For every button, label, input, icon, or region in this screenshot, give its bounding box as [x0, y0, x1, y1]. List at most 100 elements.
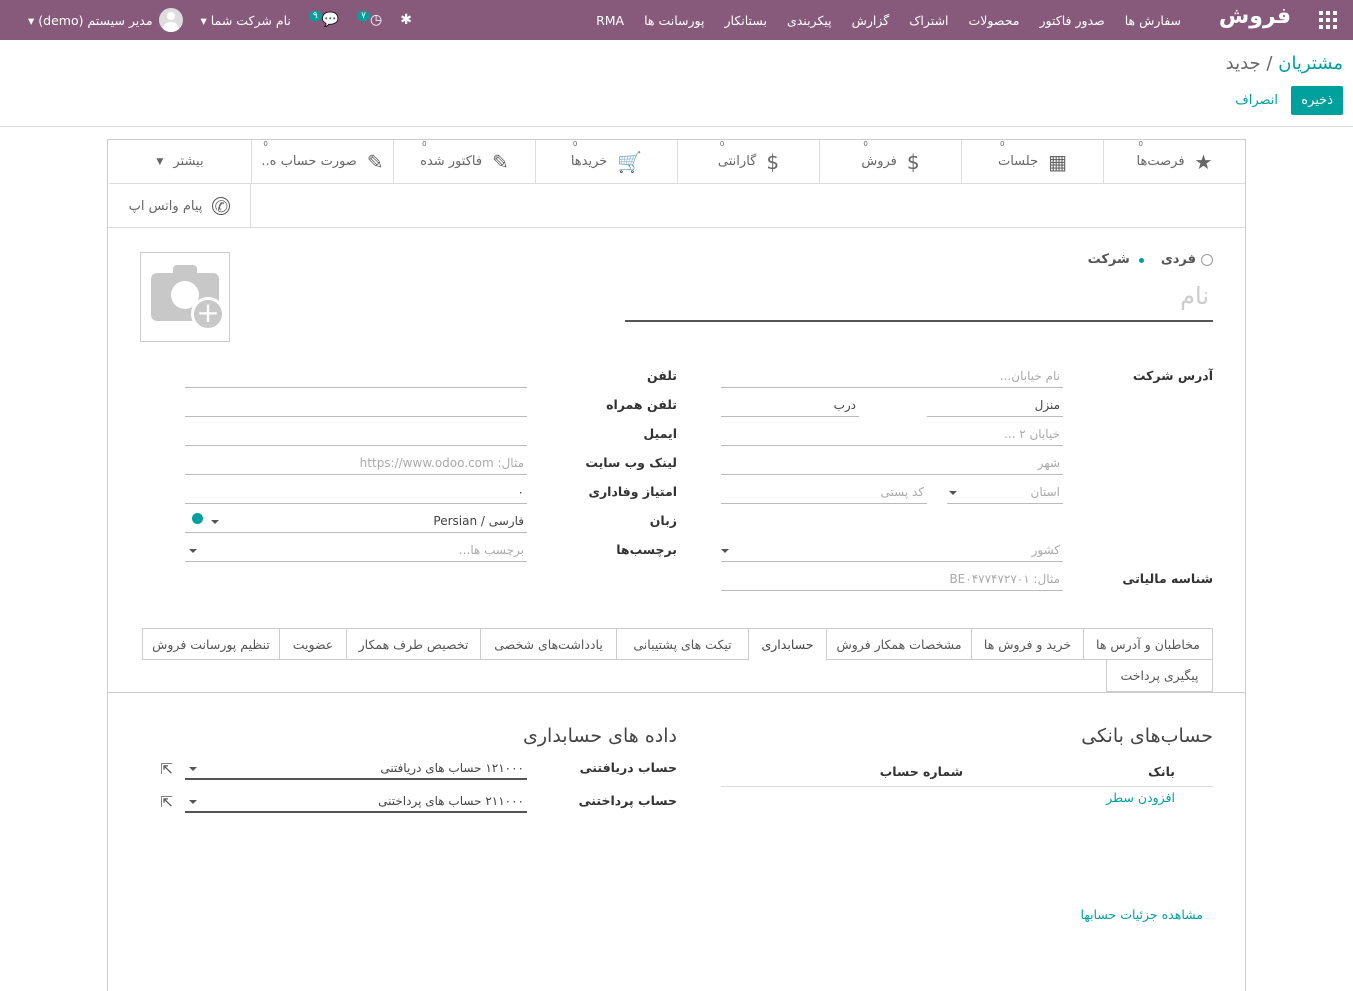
- breadcrumb-current: جدید: [1225, 53, 1261, 74]
- payable-select[interactable]: ۲۱۱۰۰۰ حساب های پرداختنی: [185, 791, 527, 813]
- globe-icon[interactable]: [192, 513, 203, 524]
- tags-caret-icon[interactable]: [189, 549, 197, 553]
- phone-input[interactable]: [185, 366, 527, 388]
- radio-company[interactable]: [1134, 253, 1147, 266]
- lang-select[interactable]: Persian / فارسی: [185, 511, 527, 533]
- tab-divider: [108, 692, 1245, 693]
- radio-individual[interactable]: [1201, 253, 1213, 266]
- menu-report[interactable]: گزارش: [852, 13, 890, 28]
- bills-button[interactable]: ✎صورت حساب ه..: [251, 140, 393, 184]
- breadcrumb: مشتریان / جدید: [1225, 53, 1343, 74]
- country-input[interactable]: کشور: [721, 540, 1063, 562]
- menu-orders[interactable]: سفارش ها: [1125, 13, 1181, 28]
- menu-creditor[interactable]: بستانکار: [725, 13, 767, 28]
- user-menu[interactable]: مدیر سیستم (demo) ▾: [28, 8, 183, 32]
- meetings-button[interactable]: ▦جلسات: [961, 140, 1103, 184]
- name-input[interactable]: نام: [625, 282, 1213, 322]
- external-link-icon[interactable]: ⇱: [155, 760, 173, 778]
- external-link-icon[interactable]: ⇱: [155, 793, 173, 811]
- whatsapp-button[interactable]: ✆ پیام واتس اپ: [109, 184, 251, 228]
- street-input[interactable]: نام خیابان...: [721, 366, 1063, 388]
- tab-contacts[interactable]: مخاطبان و آدرس ها: [1083, 628, 1213, 660]
- menu-rma[interactable]: RMA: [596, 13, 624, 28]
- country-caret-icon[interactable]: [721, 549, 729, 553]
- zip-input[interactable]: کد پستی: [721, 482, 927, 504]
- tab-sales-purchase[interactable]: خرید و فروش ها: [971, 628, 1084, 660]
- vat-input[interactable]: مثال: BE۰۴۷۷۴۷۲۷۰۱: [721, 569, 1063, 591]
- calendar-icon: ▦: [1048, 149, 1068, 174]
- city-input[interactable]: شهر: [721, 453, 1063, 475]
- messages-icon[interactable]: 💬۹: [308, 11, 339, 28]
- bank-table-divider: [721, 786, 1213, 787]
- sales-button[interactable]: $فروش: [819, 140, 961, 184]
- email-input[interactable]: [185, 424, 527, 446]
- tab-commission[interactable]: تنظیم پورسانت فروش: [142, 628, 280, 660]
- apps-menu-icon[interactable]: [1319, 11, 1337, 29]
- receivable-caret-icon[interactable]: [189, 767, 197, 771]
- bug-icon[interactable]: ✱: [400, 12, 412, 28]
- more-button[interactable]: بیشتر ▼: [109, 140, 251, 184]
- form-sheet: ★فرصت‌ها ▦جلسات $فروش $گارانتی 🛒خریدها ✎…: [107, 139, 1246, 991]
- payable-label: حساب پرداختنی: [578, 793, 677, 808]
- top-navbar: فروش سفارش ها صدور فاکتور محصولات اشتراک…: [0, 0, 1353, 40]
- phone-label: تلفن: [646, 368, 677, 383]
- breadcrumb-customers[interactable]: مشتریان: [1278, 53, 1343, 74]
- mobile-label: تلفن همراه: [606, 397, 677, 412]
- invoiced-button[interactable]: ✎فاکتور شده: [393, 140, 535, 184]
- bank-col-account: شماره حساب: [879, 764, 963, 779]
- discard-button[interactable]: انصراف: [1235, 93, 1278, 108]
- menu-invoicing[interactable]: صدور فاکتور: [1039, 13, 1104, 28]
- email-label: ایمیل: [643, 426, 677, 441]
- state-input[interactable]: استان: [947, 482, 1063, 504]
- receivable-label: حساب دریافتنی: [579, 760, 677, 775]
- company-switcher[interactable]: نام شرکت شما ▾: [201, 13, 291, 28]
- image-upload[interactable]: +: [140, 252, 230, 342]
- warranty-button[interactable]: $گارانتی: [677, 140, 819, 184]
- door-input[interactable]: درب: [721, 395, 859, 417]
- app-brand[interactable]: فروش: [1219, 4, 1291, 29]
- dollar-icon: $: [906, 149, 920, 174]
- address-label: آدرس شرکت: [1132, 368, 1213, 383]
- tab-partner-assign[interactable]: تخصیص طرف همکار: [346, 628, 481, 660]
- website-input[interactable]: مثال: https://www.odoo.com: [185, 453, 527, 475]
- add-line-link[interactable]: افزودن سطر: [1106, 790, 1175, 805]
- caret-icon: ▼: [156, 156, 164, 167]
- bank-col-bank: بانک: [1148, 764, 1175, 779]
- street2-input[interactable]: خیابان ۲ ...: [721, 424, 1063, 446]
- menu-commissions[interactable]: پورسانت ها: [644, 13, 704, 28]
- purchases-button[interactable]: 🛒خریدها: [535, 140, 677, 184]
- accounting-section-title: داده های حسابداری: [523, 725, 677, 747]
- partner-type: فردی شرکت: [1088, 252, 1213, 267]
- mobile-input[interactable]: [185, 395, 527, 417]
- tab-tickets[interactable]: تیکت های پشتیبانی: [616, 628, 749, 660]
- system-tray: ✱ ◷۷ 💬۹ نام شرکت شما ▾ مدیر سیستم (demo)…: [10, 0, 412, 40]
- star-icon: ★: [1194, 149, 1213, 174]
- loyalty-input[interactable]: ۰: [185, 482, 527, 504]
- save-button[interactable]: ذخیره: [1291, 86, 1343, 115]
- menu-config[interactable]: پیکربندی: [787, 13, 832, 28]
- whatsapp-icon: ✆: [212, 197, 231, 216]
- menu-subscription[interactable]: اشتراک: [909, 13, 948, 28]
- tab-notes[interactable]: یادداشت‌های شخصی: [480, 628, 617, 660]
- activity-icon[interactable]: ◷۷: [357, 11, 382, 28]
- payable-caret-icon[interactable]: [189, 800, 197, 804]
- tab-membership[interactable]: عضویت: [279, 628, 347, 660]
- menu-products[interactable]: محصولات: [969, 13, 1020, 28]
- website-label: لینک وب سایت: [585, 455, 677, 470]
- cart-icon: 🛒: [617, 149, 643, 174]
- tab-payment-followup[interactable]: پیگیری پرداخت: [1106, 660, 1213, 692]
- vat-label: شناسه مالیاتی: [1122, 571, 1213, 586]
- lang-caret-icon[interactable]: [211, 520, 219, 524]
- house-input[interactable]: منزل: [927, 395, 1063, 417]
- receivable-select[interactable]: ۱۲۱۰۰۰ حساب های دریافتنی: [185, 758, 527, 780]
- view-accounts-link[interactable]: مشاهده جزئیات حسابها: [1081, 907, 1204, 922]
- tab-accounting[interactable]: حسابداری: [748, 628, 827, 661]
- tags-input[interactable]: برچسب ها...: [185, 540, 527, 562]
- avatar: [158, 8, 183, 32]
- opportunities-button[interactable]: ★فرصت‌ها: [1103, 140, 1245, 184]
- state-caret-icon[interactable]: [949, 491, 957, 495]
- control-panel: مشتریان / جدید ذخیره انصراف: [0, 40, 1353, 127]
- dollar-icon: $: [766, 149, 780, 174]
- tab-partner-info[interactable]: مشخصات همکار فروش: [826, 628, 972, 660]
- lang-label: زبان: [649, 513, 677, 528]
